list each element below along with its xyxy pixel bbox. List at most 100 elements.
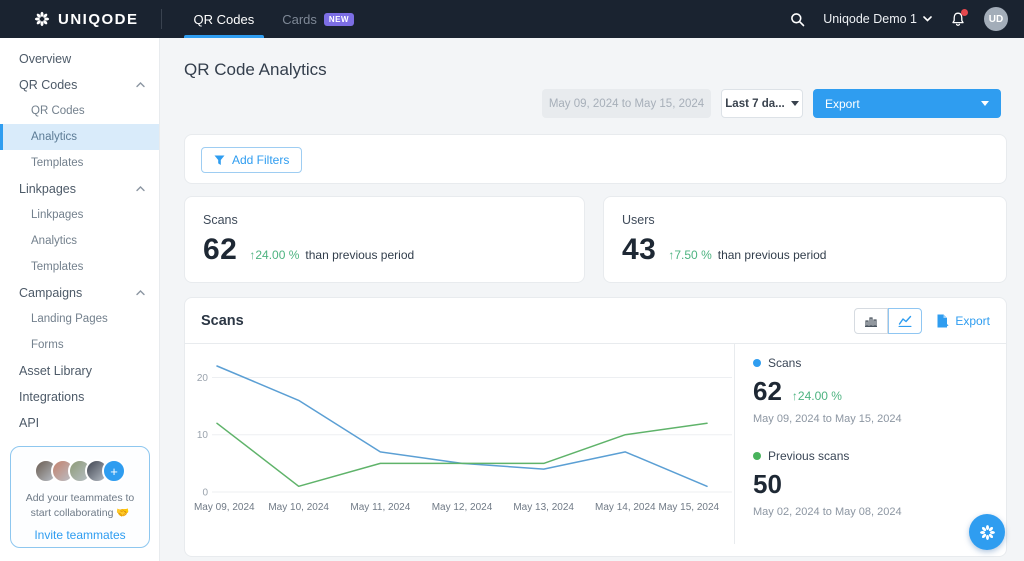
date-preset-select[interactable]: Last 7 da...	[721, 89, 803, 118]
uniqode-flower-icon	[979, 524, 996, 541]
line-chart-icon	[898, 315, 912, 327]
account-name: Uniqode Demo 1	[823, 12, 917, 26]
chart-legend: Scans 62 ↑24.00 % May 09, 2024 to May 15…	[753, 344, 996, 556]
legend-current-delta: ↑24.00 %	[791, 389, 842, 403]
chevron-down-icon	[923, 16, 932, 22]
scans-stat-value: 62	[203, 233, 238, 266]
account-menu[interactable]: Uniqode Demo 1	[823, 12, 932, 26]
scans-panel-header: Scans Export	[185, 298, 1006, 344]
sidebar-item-templates[interactable]: Templates	[0, 254, 159, 280]
sidebar-item-label: Landing Pages	[31, 313, 108, 325]
uniqode-flower-icon	[34, 11, 50, 27]
svg-text:10: 10	[197, 430, 209, 441]
sidebar-item-label: Templates	[31, 261, 84, 273]
page-title: QR Code Analytics	[184, 60, 327, 79]
sidebar-item-label: Campaigns	[19, 286, 83, 300]
filter-icon	[214, 155, 225, 166]
chart-type-toggle	[854, 307, 923, 334]
scans-chart-panel: Scans Export 0 10 20 May 09, 2024 May 10…	[184, 297, 1007, 557]
users-stat-delta: ↑7.50 %	[668, 248, 712, 262]
sidebar-item-label: QR Codes	[31, 105, 85, 117]
date-range-field[interactable]: May 09, 2024 to May 15, 2024	[542, 89, 711, 118]
chevron-down-icon	[981, 101, 989, 106]
sidebar-item-label: API	[19, 416, 40, 430]
product-tabs: QR Codes Cards NEW	[180, 0, 369, 38]
sidebar-item-label: Integrations	[19, 390, 85, 404]
x-axis-label: May 10, 2024	[268, 502, 329, 513]
export-file-icon	[936, 314, 949, 328]
chevron-up-icon	[136, 186, 145, 192]
sidebar-item-label: Forms	[31, 339, 64, 351]
notifications-button[interactable]	[950, 8, 968, 28]
scans-stat-suffix: than previous period	[305, 248, 415, 262]
sidebar-item-label: Templates	[31, 157, 84, 169]
legend-current-label: Scans	[768, 356, 802, 370]
chevron-down-icon	[790, 101, 799, 106]
svg-text:0: 0	[202, 488, 208, 499]
scans-panel-title: Scans	[201, 312, 244, 329]
sidebar-item-asset-library[interactable]: Asset Library	[0, 358, 159, 384]
tab-qr-codes[interactable]: QR Codes	[180, 0, 269, 38]
sidebar-item-integrations[interactable]: Integrations	[0, 384, 159, 410]
brand-name: UNIQODE	[58, 10, 139, 28]
users-stat-suffix: than previous period	[717, 248, 827, 262]
invite-text-line1: Add your teammates to	[25, 492, 135, 504]
x-axis-label: May 14, 2024	[595, 502, 656, 513]
sidebar-item-templates[interactable]: Templates	[0, 150, 159, 176]
sidebar-item-linkpages[interactable]: Linkpages	[0, 202, 159, 228]
bar-chart-toggle-button[interactable]	[854, 307, 889, 334]
sidebar-item-api[interactable]: API	[0, 410, 159, 436]
chart-region: 0 10 20 May 09, 2024 May 10, 2024 May 11, 20…	[185, 344, 734, 556]
sidebar-item-label: Overview	[19, 52, 72, 66]
line-chart-toggle-button[interactable]	[888, 307, 923, 334]
invite-text: Add your teammates to start collaboratin…	[11, 491, 149, 521]
x-axis-label: May 13, 2024	[513, 502, 574, 513]
legend-previous-scans: Previous scans 50 May 02, 2024 to May 08…	[753, 449, 902, 518]
notification-dot	[961, 8, 968, 16]
legend-previous-value: 50	[753, 469, 782, 499]
tab-cards-label: Cards	[282, 11, 317, 27]
main-content: QR Code Analytics May 09, 2024 to May 15…	[160, 38, 1024, 561]
sidebar-item-campaigns[interactable]: Campaigns	[0, 280, 159, 306]
export-button-label: Export	[825, 96, 860, 111]
tab-qr-codes-label: QR Codes	[193, 11, 255, 27]
users-stat-value: 43	[622, 233, 657, 266]
sidebar-item-landing-pages[interactable]: Landing Pages	[0, 306, 159, 332]
sidebar-item-qr-codes[interactable]: QR Codes	[0, 72, 159, 98]
x-axis-label: May 11, 2024	[350, 502, 411, 513]
invite-text-line2: start collaborating 🤝	[30, 507, 130, 520]
sidebar-item-label: Linkpages	[31, 209, 84, 221]
x-axis-label: May 12, 2024	[431, 502, 493, 513]
users-stat-label: Users	[622, 213, 655, 227]
sidebar-item-label: Analytics	[31, 235, 78, 247]
previous-scans-series-dot	[753, 452, 761, 460]
scans-stat-delta: ↑24.00 %	[249, 248, 300, 262]
brand-logo[interactable]: UNIQODE	[34, 11, 139, 28]
date-preset-value: Last 7 da...	[725, 97, 785, 110]
invite-teammates-link[interactable]: Invite teammates	[11, 528, 149, 542]
sidebar-item-analytics[interactable]: Analytics	[0, 228, 159, 254]
uniqode-assistant-fab[interactable]	[969, 514, 1005, 550]
sidebar-item-overview[interactable]: Overview	[0, 46, 159, 72]
legend-previous-period: May 02, 2024 to May 08, 2024	[753, 506, 902, 518]
search-icon[interactable]	[790, 12, 805, 27]
plus-icon: +	[110, 463, 118, 479]
sidebar-item-analytics[interactable]: Analytics	[0, 124, 159, 150]
legend-current-scans: Scans 62 ↑24.00 % May 09, 2024 to May 15…	[753, 356, 902, 425]
tab-cards[interactable]: Cards NEW	[268, 0, 368, 38]
bar-chart-icon	[864, 315, 878, 327]
export-button[interactable]: Export	[813, 89, 1001, 118]
add-filters-button[interactable]: Add Filters	[201, 147, 303, 173]
sidebar: Overview QR Codes QR Codes Analytics Templat…	[0, 38, 160, 561]
sidebar-item-linkpages[interactable]: Linkpages	[0, 176, 159, 202]
legend-current-period: May 09, 2024 to May 15, 2024	[753, 413, 902, 425]
x-axis-labels: May 09, 2024 May 10, 2024 May 11, 2024 May …	[191, 502, 732, 516]
scans-stat-card: Scans 62 ↑24.00 % than previous period	[184, 196, 585, 283]
x-axis-label: May 15, 2024	[658, 502, 720, 513]
user-avatar[interactable]: UD	[984, 7, 1008, 31]
add-teammate-button[interactable]: +	[102, 459, 126, 483]
topbar-divider	[160, 9, 162, 29]
sidebar-item-forms[interactable]: Forms	[0, 332, 159, 358]
chart-export-button[interactable]: Export	[936, 314, 990, 328]
sidebar-item-qr-codes[interactable]: QR Codes	[0, 98, 159, 124]
